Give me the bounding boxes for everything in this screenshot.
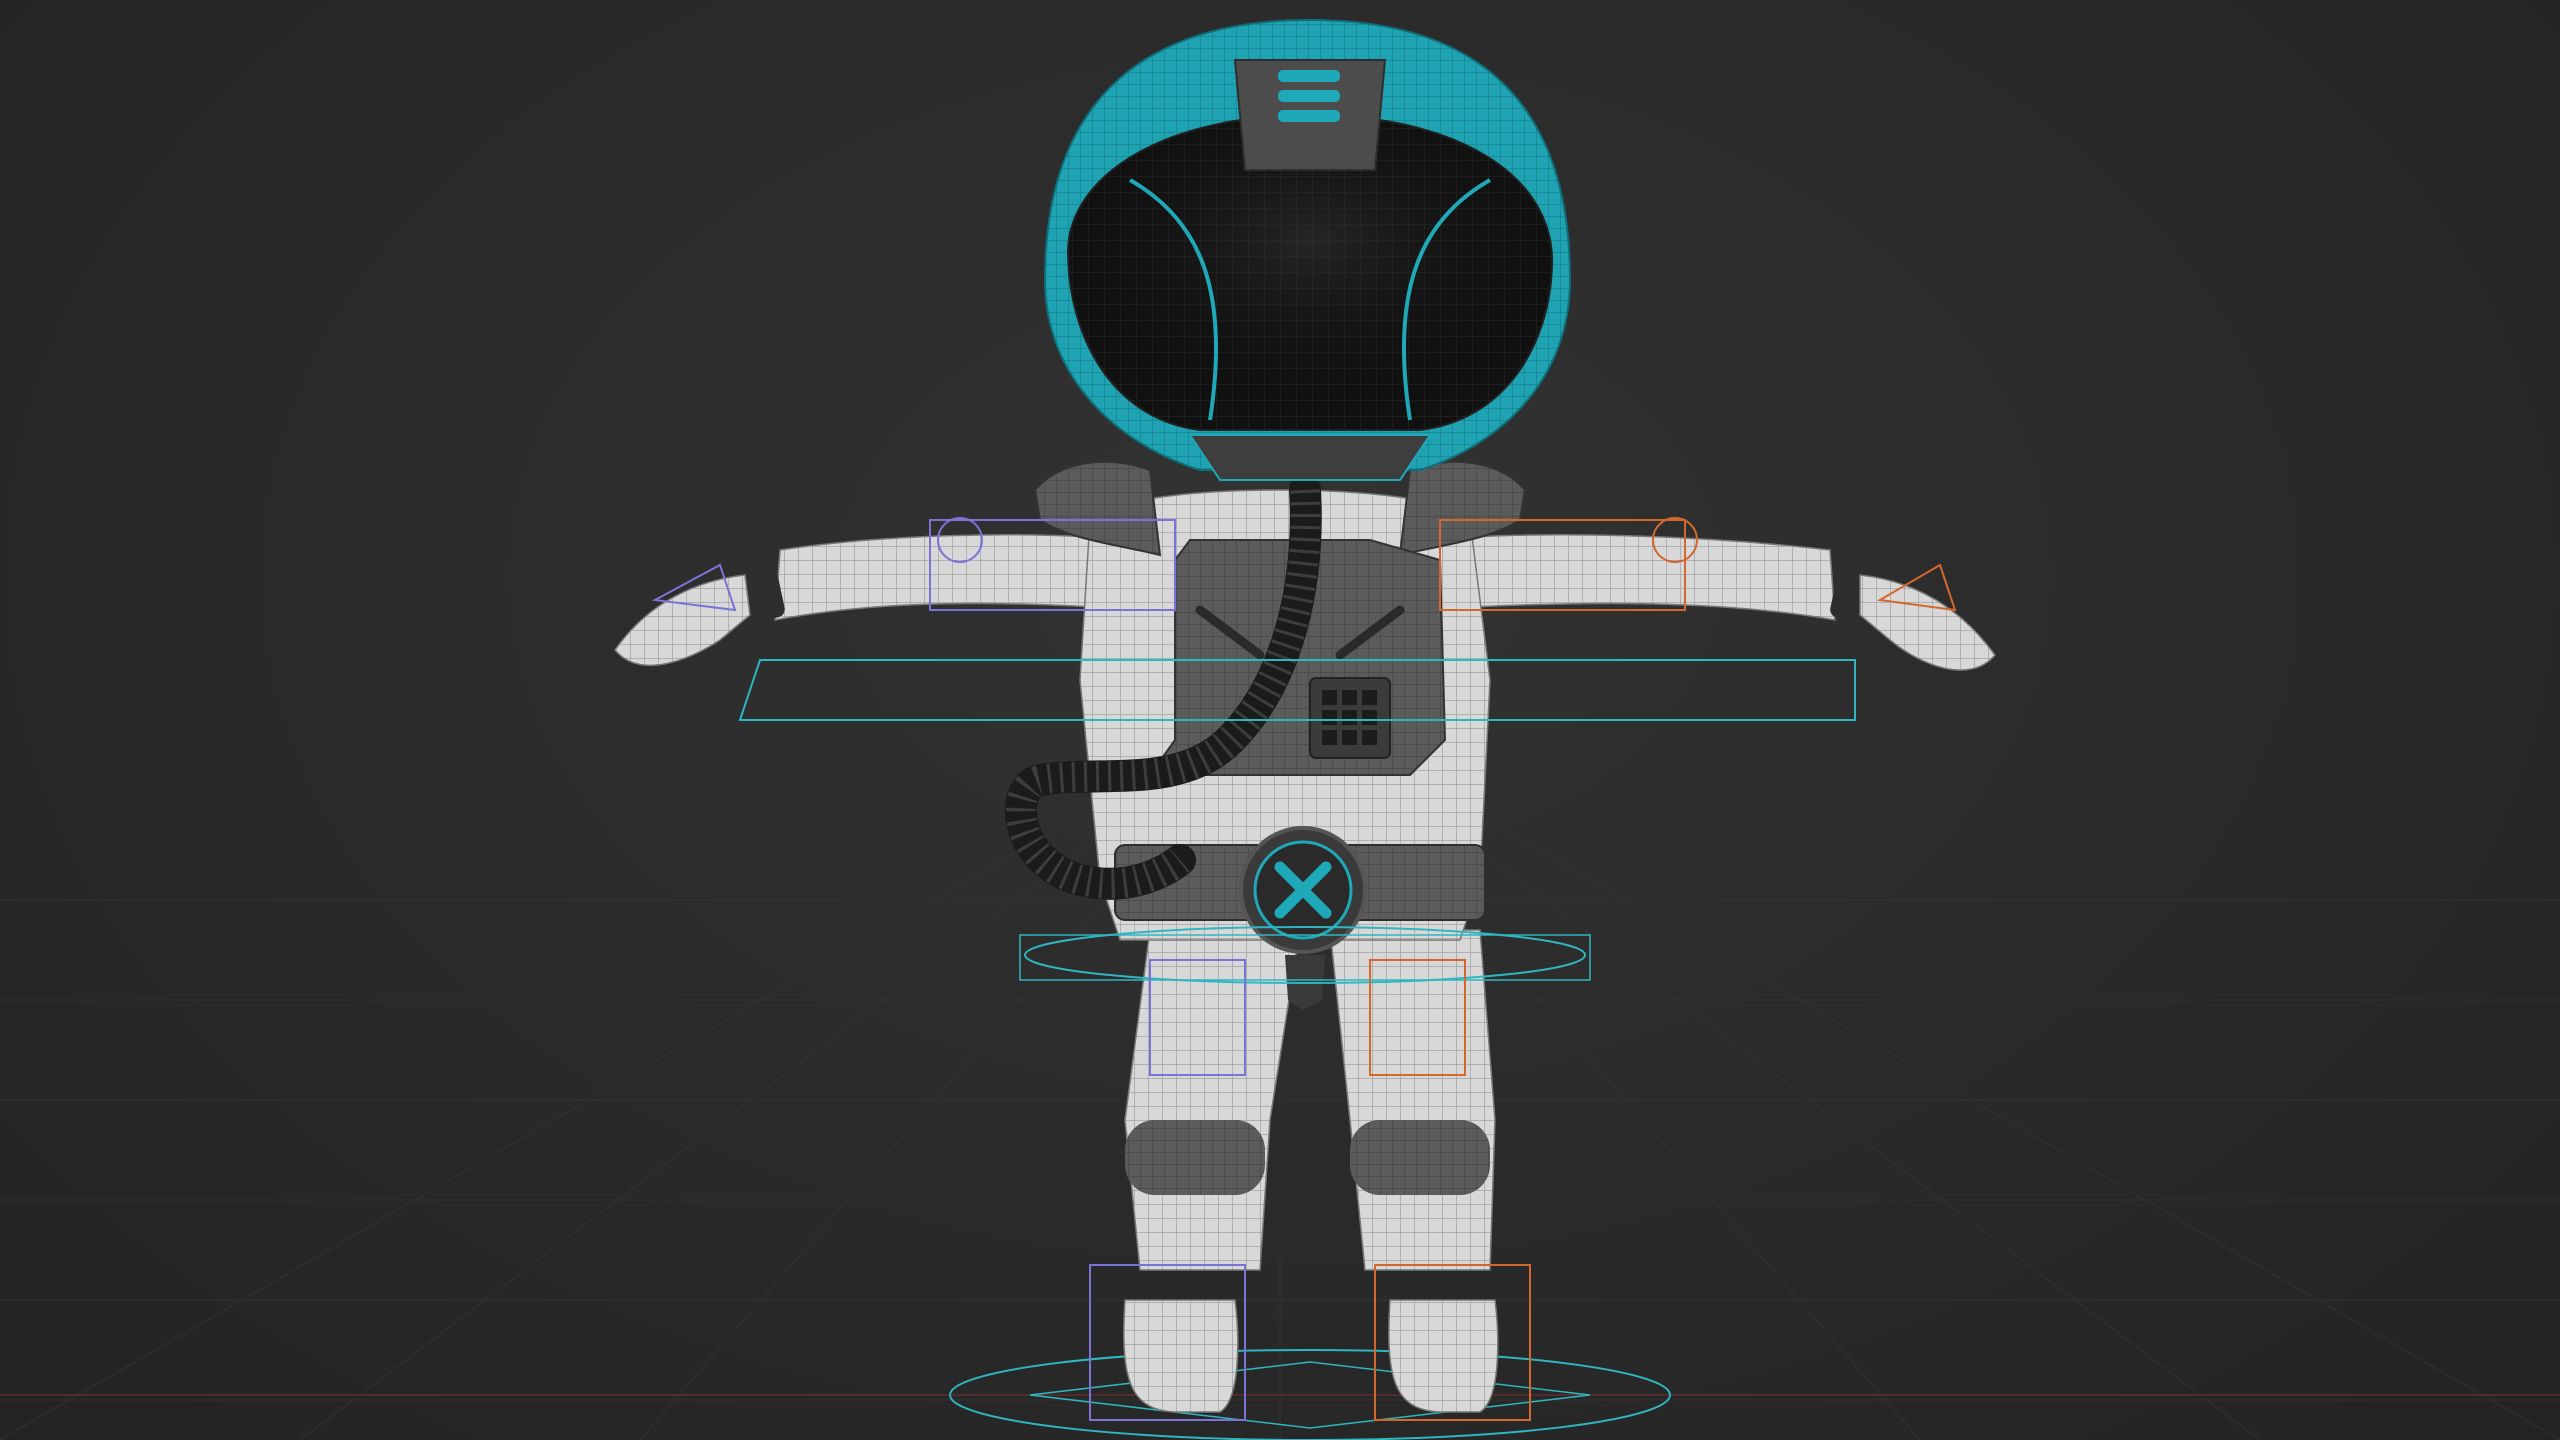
helmet-vent-1: [1278, 70, 1340, 82]
scene-canvas: [0, 18, 2560, 1440]
helmet-neck-ring: [1188, 434, 1432, 481]
keypad-icon: [1309, 677, 1391, 759]
right-leg: [1329, 929, 1499, 1413]
left-arm: [614, 534, 1141, 666]
3d-viewport[interactable]: [0, 0, 2560, 1440]
helmet-vent-2: [1278, 90, 1340, 102]
helmet-vent-3: [1278, 110, 1340, 122]
right-arm: [1419, 534, 1996, 671]
x-emblem-icon: [1239, 826, 1367, 954]
helmet: [1043, 18, 1572, 481]
